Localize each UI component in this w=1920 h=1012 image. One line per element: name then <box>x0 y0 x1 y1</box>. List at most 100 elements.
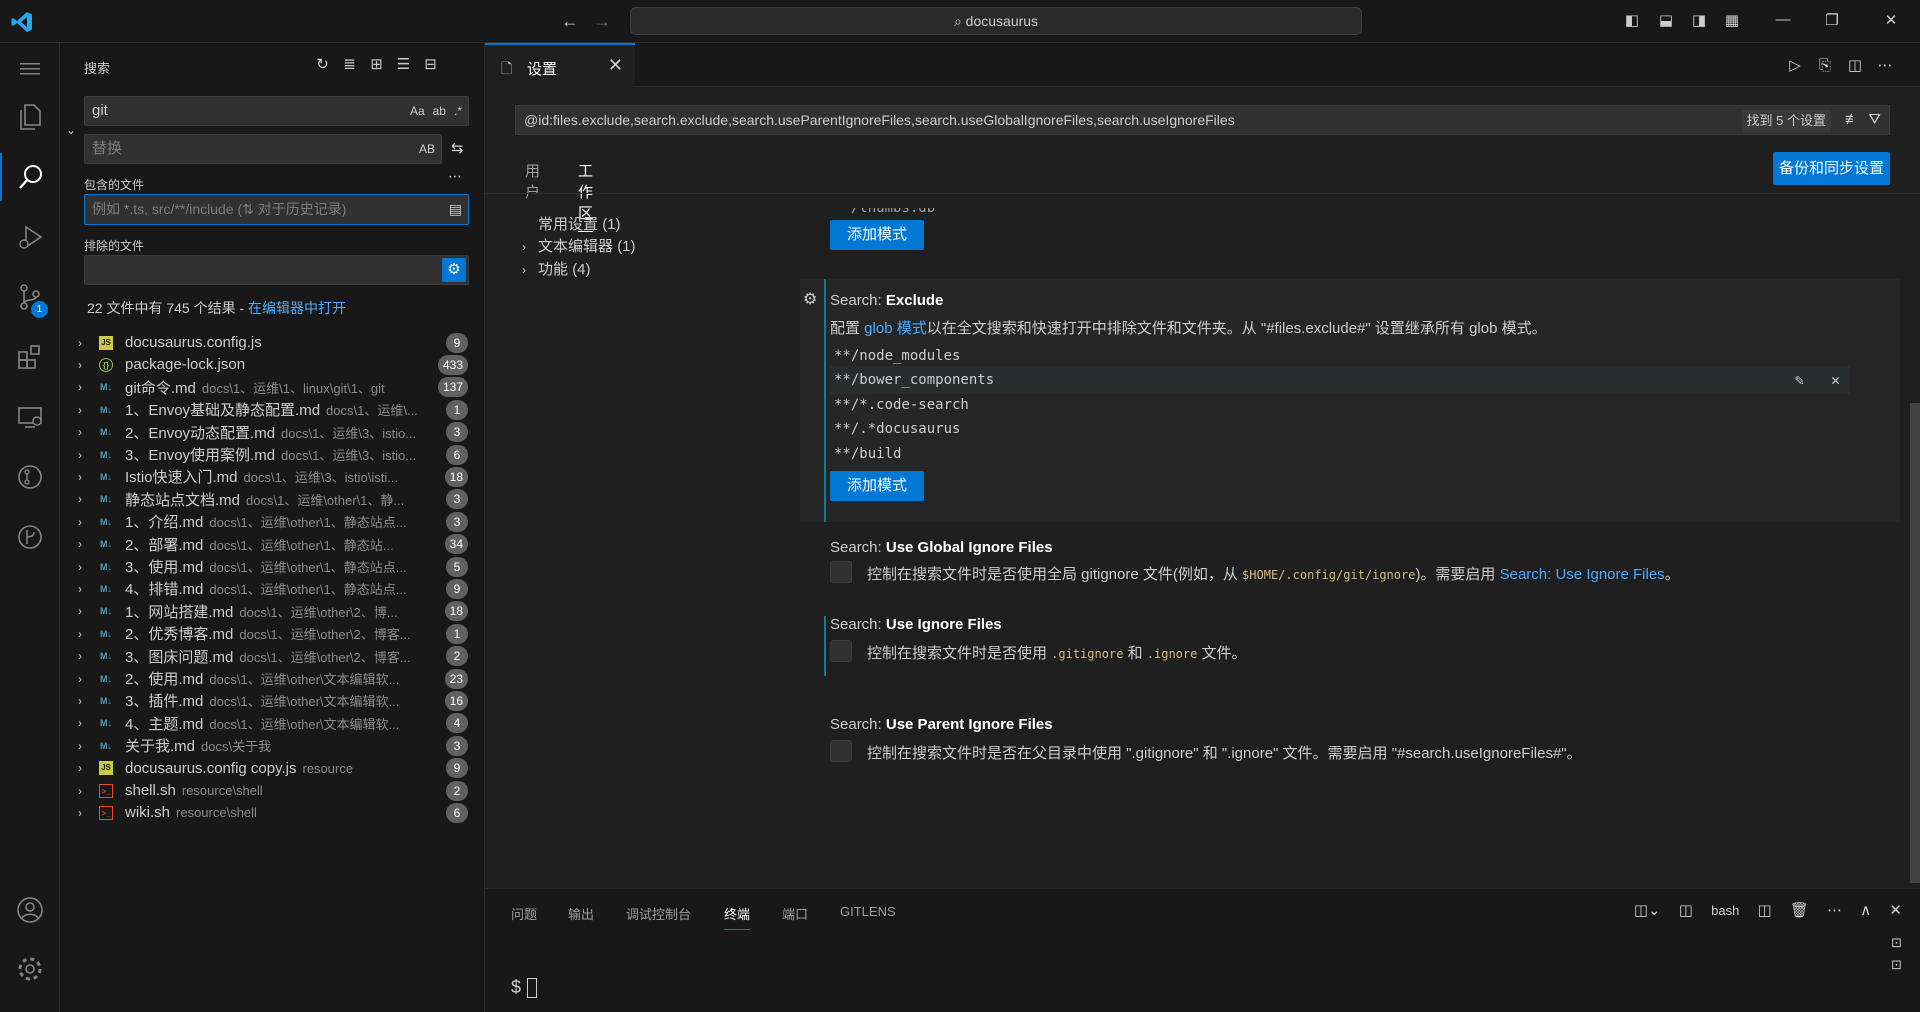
file-name: 3、插件.md <box>125 693 204 711</box>
run-debug-icon[interactable] <box>0 213 60 261</box>
chevron-right-icon: › <box>78 805 82 820</box>
close-tab-icon[interactable]: ✕ <box>608 55 623 76</box>
tab-terminal[interactable]: 终端 <box>724 904 751 930</box>
toggle-replace-icon[interactable]: ⌄ <box>66 123 76 137</box>
terminal-instance-icon[interactable]: ⊡ <box>1891 935 1902 951</box>
manage-gear-icon[interactable] <box>0 945 60 993</box>
split-terminal-icon[interactable]: ◫ <box>1758 902 1772 919</box>
command-center[interactable]: ⌕ docusaurus <box>630 7 1362 35</box>
run-icon[interactable]: ▷ <box>1780 56 1810 74</box>
preserve-case-icon[interactable]: AB <box>419 142 435 156</box>
toggle-search-details-icon[interactable]: ⋯ <box>448 168 462 185</box>
terminal-shell-icon[interactable]: ◫ bash <box>1679 902 1740 919</box>
open-settings-json-icon[interactable]: ⎘ <box>1810 57 1840 74</box>
toggle-secondary-sidebar-icon[interactable]: ◨ <box>1689 11 1709 31</box>
exclude-pattern-item[interactable]: **/build <box>830 440 1850 468</box>
remove-item-icon[interactable]: ✕ <box>1831 371 1840 389</box>
toc-item-text-editor[interactable]: › 文本编辑器 (1) <box>522 235 636 256</box>
toggle-panel-icon[interactable]: ⬓ <box>1656 11 1676 31</box>
open-in-editor-link[interactable]: 在编辑器中打开 <box>248 300 346 316</box>
customize-layout-icon[interactable]: ▦ <box>1722 11 1742 31</box>
file-path: docs\1、运维\other\2、博... <box>239 604 398 620</box>
search-view-icon[interactable] <box>0 153 60 201</box>
file-name: shell.sh <box>125 782 176 799</box>
gitlens-inspect-icon[interactable] <box>0 513 60 561</box>
tab-ports[interactable]: 端口 <box>782 904 808 923</box>
gitlens-icon[interactable] <box>0 453 60 501</box>
use-ignore-files-link[interactable]: Search: Use Ignore Files <box>1500 566 1665 583</box>
tab-debug-console[interactable]: 调试控制台 <box>626 904 691 923</box>
tab-gitlens[interactable]: GITLENS <box>840 904 896 919</box>
restore-icon[interactable]: ❐ <box>1822 11 1842 31</box>
search-input[interactable]: git Aa ab .* <box>84 96 469 126</box>
toc-item-common[interactable]: 常用设置 (1) <box>538 213 621 234</box>
search-result-file[interactable]: › >_ wiki.sh resource\shell 6 <box>60 799 485 826</box>
refresh-icon[interactable]: ↻ <box>309 55 336 73</box>
exclude-files-input[interactable]: ⚙ <box>84 255 469 285</box>
source-control-icon[interactable]: 1 <box>0 273 60 321</box>
remote-explorer-icon[interactable] <box>0 393 60 441</box>
tab-user-settings[interactable]: 用户 <box>525 160 540 202</box>
menu-icon[interactable] <box>0 45 60 93</box>
file-icon: 🗋 <box>501 60 513 76</box>
replace-all-icon[interactable]: ⇆ <box>451 139 464 157</box>
match-case-icon[interactable]: Aa <box>410 104 425 118</box>
result-count-badge: 433 <box>437 354 468 375</box>
bottom-panel: 问题 输出 调试控制台 终端 端口 GITLENS ◫⌄ ◫ bash ◫ 🗑 … <box>485 888 1920 1012</box>
edit-pencil-icon[interactable]: ✎ <box>1795 371 1804 389</box>
parent-ignore-checkbox[interactable] <box>830 740 852 762</box>
file-name: 2、Envoy动态配置.md <box>125 424 276 442</box>
terminal-prompt[interactable]: $ <box>511 977 538 999</box>
clear-results-icon[interactable]: ≣ <box>336 55 363 73</box>
new-terminal-split-icon[interactable]: ◫⌄ <box>1634 902 1661 919</box>
more-actions-icon[interactable]: ⋯ <box>1870 56 1900 74</box>
exclude-pattern-item[interactable]: **/bower_components ✎ ✕ <box>830 366 1850 394</box>
split-editor-icon[interactable]: ◫ <box>1840 56 1870 74</box>
setting-description: 控制在搜索文件时是否使用 .gitignore 和 .ignore 文件。 <box>867 645 1247 662</box>
exclude-pattern-item[interactable]: **/.*docusaurus <box>830 415 1850 443</box>
open-editors-only-icon[interactable]: ▤ <box>449 195 462 223</box>
more-icon[interactable]: ⋯ <box>1827 902 1842 919</box>
include-files-input[interactable]: 例如 *.ts, src/**/include (⇅ 对于历史记录) ▤ <box>84 194 469 225</box>
md-file-icon: M↓ <box>100 404 112 415</box>
minimize-icon[interactable]: — <box>1773 11 1793 31</box>
kill-terminal-icon[interactable]: 🗑 <box>1790 902 1809 919</box>
backup-sync-button[interactable]: 备份和同步设置 <box>1772 152 1890 185</box>
settings-scrollbar[interactable] <box>1910 403 1920 883</box>
add-pattern-button[interactable]: 添加模式 <box>830 471 925 501</box>
extensions-icon[interactable] <box>0 333 60 381</box>
use-exclude-settings-icon[interactable]: ⚙ <box>442 258 466 282</box>
accounts-icon[interactable] <box>0 886 60 934</box>
clear-filter-icon[interactable]: ≢ <box>1845 111 1860 128</box>
use-ignore-checkbox[interactable] <box>830 640 852 662</box>
tab-settings[interactable]: 🗋 设置 ✕ <box>485 43 635 87</box>
global-ignore-checkbox[interactable] <box>830 561 852 583</box>
filter-icon[interactable]: ⛛ <box>1868 111 1881 128</box>
terminal-instance-icon[interactable]: ⊡ <box>1891 957 1902 973</box>
back-icon[interactable]: ← <box>561 11 579 32</box>
regex-icon[interactable]: .* <box>454 104 462 118</box>
file-path: docs\1、运维\other\1、静态站点... <box>209 515 407 531</box>
collapse-all-icon[interactable]: ⊟ <box>417 55 444 73</box>
explorer-icon[interactable] <box>0 93 60 141</box>
result-count-badge: 9 <box>446 578 468 599</box>
replace-input[interactable]: 替换 AB <box>84 134 442 164</box>
chevron-right-icon: › <box>78 447 82 462</box>
forward-icon[interactable]: → <box>593 11 611 32</box>
add-pattern-button[interactable]: 添加模式 <box>830 220 925 250</box>
new-search-editor-icon[interactable]: ⊞ <box>363 55 390 73</box>
tab-problems[interactable]: 问题 <box>511 904 537 923</box>
file-name: 2、使用.md <box>125 671 204 688</box>
maximize-panel-icon[interactable]: ∧ <box>1860 902 1871 919</box>
settings-search-input[interactable]: @id:files.exclude,search.exclude,search.… <box>515 105 1890 135</box>
md-file-icon: M↓ <box>100 740 112 751</box>
close-panel-icon[interactable]: ✕ <box>1889 902 1902 919</box>
toc-item-features[interactable]: › 功能 (4) <box>522 258 591 279</box>
view-as-tree-icon[interactable]: ☰ <box>390 55 417 73</box>
whole-word-icon[interactable]: ab <box>433 104 446 118</box>
glob-pattern-link[interactable]: glob 模式 <box>864 320 927 337</box>
tab-output[interactable]: 输出 <box>568 904 594 923</box>
setting-gear-icon[interactable]: ⚙ <box>803 289 817 309</box>
toggle-primary-sidebar-icon[interactable]: ◧ <box>1622 11 1642 31</box>
close-window-icon[interactable]: ✕ <box>1881 11 1901 31</box>
